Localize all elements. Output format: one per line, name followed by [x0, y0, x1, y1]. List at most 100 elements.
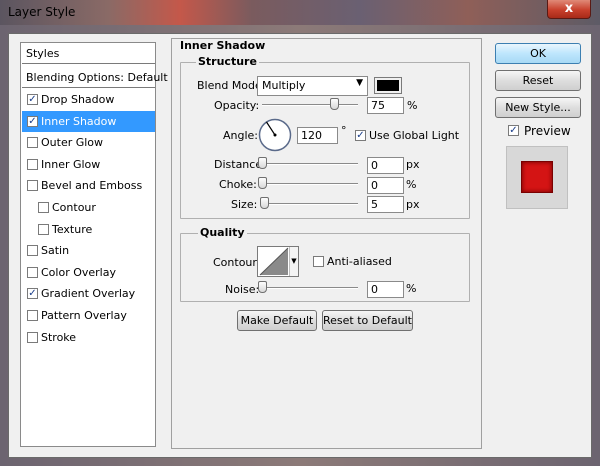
styles-list: Styles Blending Options: Default ✓ Drop S… — [20, 42, 168, 447]
style-item-inner-shadow[interactable]: ✓ Inner Shadow — [22, 110, 155, 132]
size-label: Size: — [231, 198, 258, 211]
angle-input[interactable]: 120 — [297, 127, 338, 144]
new-style-label: New Style... — [505, 101, 571, 114]
make-default-label: Make Default — [240, 314, 314, 327]
close-button[interactable]: x — [547, 0, 591, 19]
noise-unit: % — [406, 282, 417, 295]
opacity-slider-track[interactable] — [262, 104, 358, 106]
opacity-value: 75 — [371, 99, 385, 112]
section-title: Inner Shadow — [178, 39, 268, 52]
title-bar: Layer Style x — [0, 0, 600, 25]
style-item-contour[interactable]: Contour — [22, 197, 155, 218]
ok-label: OK — [530, 47, 546, 60]
reset-button[interactable]: Reset — [495, 70, 581, 91]
use-global-light-label: Use Global Light — [369, 129, 460, 142]
checkbox-icon[interactable] — [27, 266, 38, 278]
anti-aliased-checkbox[interactable] — [313, 256, 324, 267]
checkbox-icon[interactable] — [27, 158, 38, 170]
distance-slider-thumb[interactable] — [258, 157, 267, 169]
noise-slider-track[interactable] — [262, 287, 358, 289]
noise-label: Noise: — [225, 283, 260, 296]
checkbox-icon[interactable] — [27, 245, 38, 257]
style-item-color-overlay[interactable]: Color Overlay — [22, 262, 155, 283]
distance-unit: px — [406, 158, 420, 171]
opacity-label: Opacity: — [214, 99, 260, 112]
style-item-label: Texture — [52, 222, 93, 236]
style-item-bevel-and-emboss[interactable]: Bevel and Emboss — [22, 175, 155, 196]
distance-value: 0 — [371, 159, 378, 172]
size-slider-thumb[interactable] — [259, 197, 269, 209]
contour-curve-icon — [259, 247, 289, 276]
style-item-texture[interactable]: Texture — [22, 219, 155, 240]
checkbox-icon[interactable]: ✓ — [27, 115, 38, 127]
shadow-color-swatch[interactable] — [374, 77, 402, 94]
structure-title: Structure — [196, 55, 259, 68]
choke-slider-track[interactable] — [262, 183, 358, 185]
choke-input[interactable]: 0 — [367, 177, 404, 194]
contour-label: Contour: — [213, 256, 261, 269]
blend-mode-value: Multiply — [262, 79, 306, 92]
opacity-input[interactable]: 75 — [367, 97, 404, 114]
noise-slider-thumb[interactable] — [258, 281, 267, 293]
style-item-stroke[interactable]: Stroke — [22, 327, 155, 348]
choke-label: Choke: — [219, 178, 257, 191]
size-value: 5 — [371, 198, 378, 211]
style-item-satin[interactable]: Satin — [22, 240, 155, 261]
noise-value: 0 — [371, 283, 378, 296]
choke-slider-thumb[interactable] — [258, 177, 267, 189]
style-item-label: Gradient Overlay — [41, 287, 136, 301]
contour-picker[interactable]: ▼ — [257, 246, 299, 277]
new-style-button[interactable]: New Style... — [495, 97, 581, 118]
style-item-label: Pattern Overlay — [41, 309, 127, 322]
distance-input[interactable]: 0 — [367, 157, 404, 174]
checkbox-icon[interactable] — [27, 137, 38, 149]
styles-list-header[interactable]: Styles — [22, 43, 155, 64]
angle-label: Angle: — [223, 129, 259, 142]
checkbox-icon[interactable] — [27, 310, 38, 321]
blend-mode-select[interactable]: Multiply ▼ — [257, 76, 368, 96]
checkbox-icon[interactable] — [27, 180, 38, 192]
window-title: Layer Style — [8, 5, 76, 19]
style-item-label: Contour — [52, 201, 96, 214]
preview-label: Preview — [524, 124, 571, 138]
reset-label: Reset — [522, 74, 554, 87]
size-input[interactable]: 5 — [367, 196, 404, 213]
checkbox-icon[interactable] — [27, 331, 38, 343]
chevron-down-icon: ▼ — [356, 78, 363, 88]
style-item-label: Color Overlay — [41, 265, 116, 279]
size-slider-track[interactable] — [262, 203, 358, 205]
opacity-slider-thumb[interactable] — [330, 98, 339, 110]
style-item-drop-shadow[interactable]: ✓ Drop Shadow — [22, 89, 155, 110]
styles-header-label: Styles — [26, 47, 60, 60]
style-item-label: Inner Glow — [41, 157, 101, 171]
checkbox-icon[interactable] — [38, 223, 49, 235]
quality-title: Quality — [198, 226, 247, 239]
style-item-label: Outer Glow — [41, 136, 104, 150]
style-item-outer-glow[interactable]: Outer Glow — [22, 132, 155, 153]
opacity-unit: % — [407, 99, 418, 112]
preview-checkbox[interactable]: ✓ — [508, 125, 519, 136]
style-item-gradient-overlay[interactable]: ✓ Gradient Overlay — [22, 283, 155, 304]
shadow-color-fill — [377, 80, 399, 91]
style-item-pattern-overlay[interactable]: Pattern Overlay — [22, 305, 155, 326]
preview-swatch — [521, 161, 553, 193]
blending-options-label: Blending Options: Default — [26, 71, 168, 84]
checkbox-icon[interactable]: ✓ — [27, 94, 38, 105]
reset-to-default-button[interactable]: Reset to Default — [322, 310, 413, 331]
checkbox-icon[interactable] — [38, 202, 49, 213]
blending-options-item[interactable]: Blending Options: Default — [22, 67, 168, 88]
ok-button[interactable]: OK — [495, 43, 581, 64]
style-item-label: Inner Shadow — [41, 114, 117, 128]
style-item-label: Stroke — [41, 330, 77, 344]
blend-mode-label: Blend Mode: — [197, 79, 266, 92]
use-global-light-checkbox[interactable]: ✓ — [355, 130, 366, 141]
angle-dial-icon[interactable] — [258, 118, 292, 152]
style-item-inner-glow[interactable]: Inner Glow — [22, 154, 155, 175]
close-icon: x — [564, 1, 574, 16]
make-default-button[interactable]: Make Default — [237, 310, 317, 331]
noise-input[interactable]: 0 — [367, 281, 404, 298]
checkbox-icon[interactable]: ✓ — [27, 288, 38, 300]
chevron-down-icon[interactable]: ▼ — [289, 247, 298, 276]
distance-slider-track[interactable] — [262, 163, 358, 165]
reset-to-default-label: Reset to Default — [323, 314, 412, 327]
